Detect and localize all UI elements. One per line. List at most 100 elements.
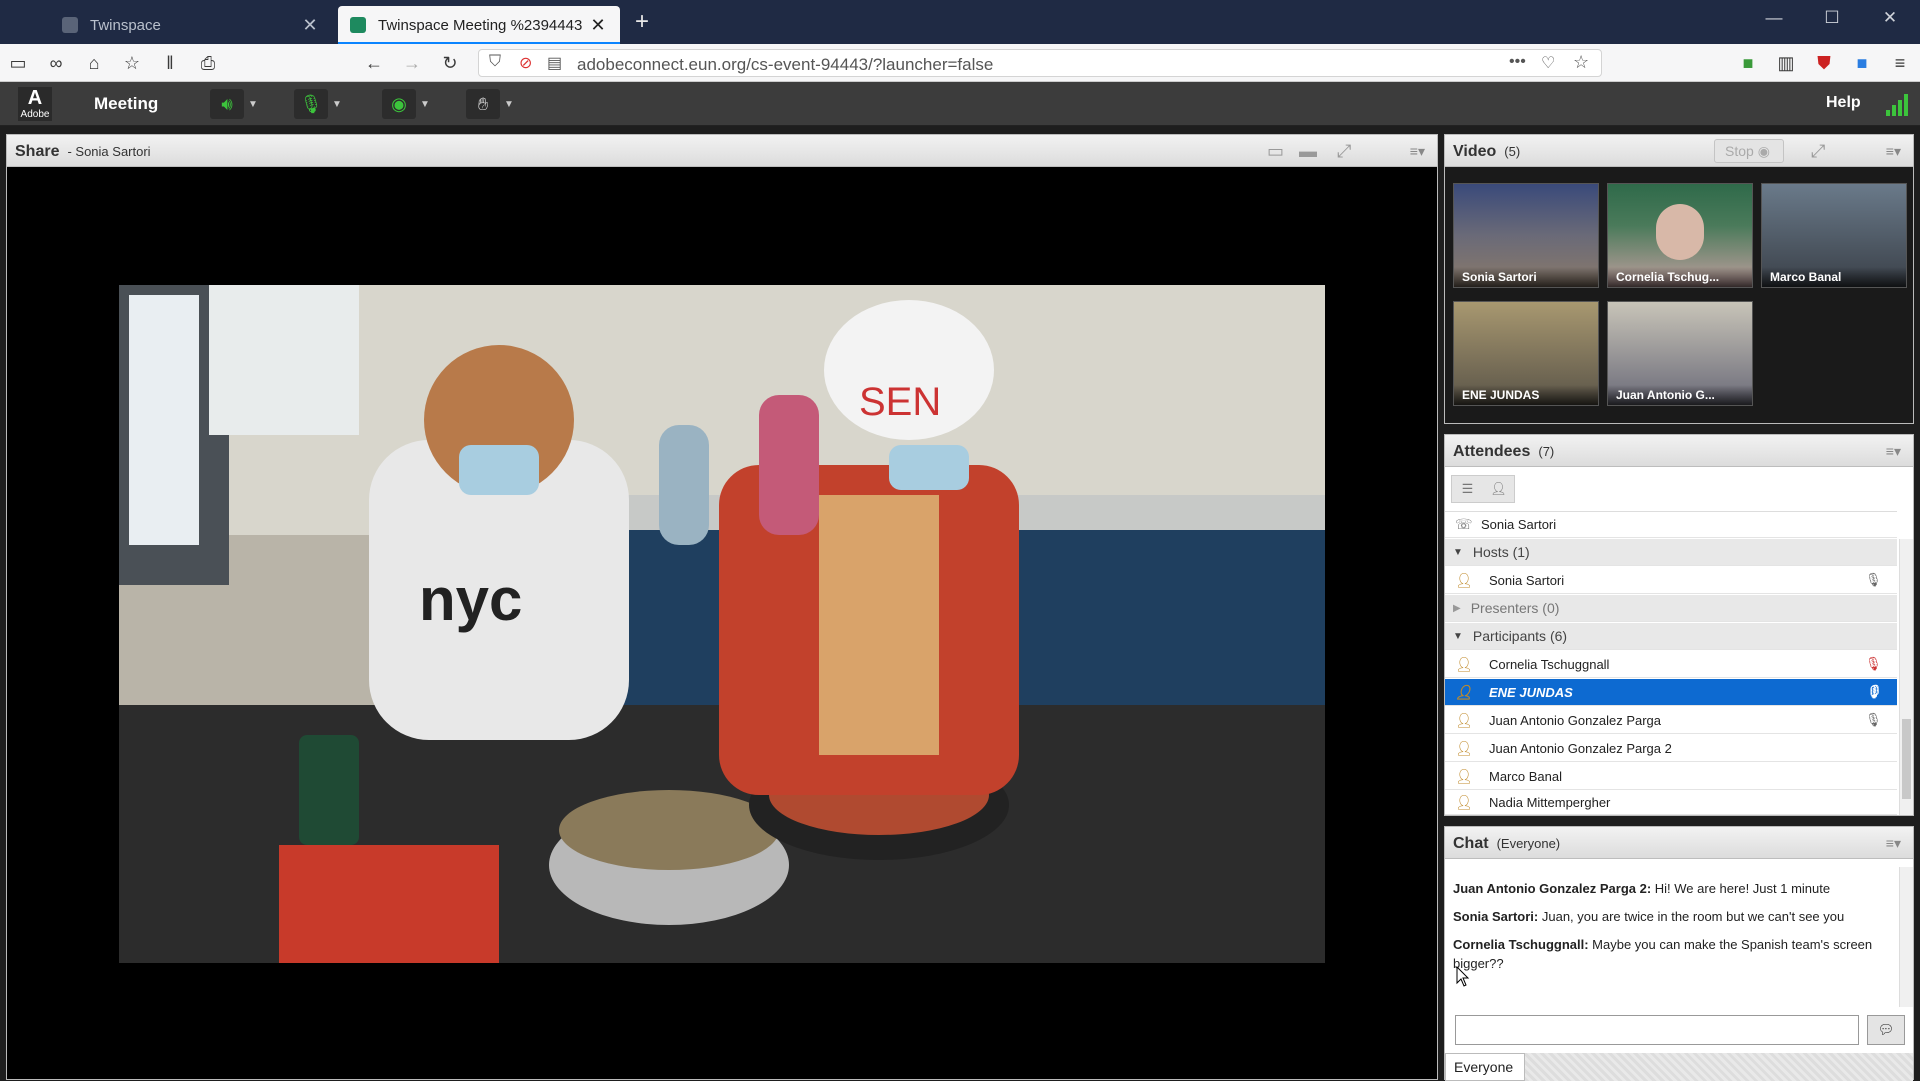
video-tile-name: Cornelia Tschug... — [1608, 267, 1752, 287]
bookmark-page-icon[interactable]: ☆ — [1573, 52, 1589, 73]
chevron-down-icon[interactable]: ▼ — [244, 99, 262, 110]
chat-input[interactable] — [1455, 1015, 1859, 1045]
maximize-icon[interactable]: ☐ — [1812, 8, 1852, 28]
attendee-row[interactable]: 👤︎ Marco Banal — [1445, 763, 1897, 790]
library-icon[interactable]: ‖ — [158, 51, 182, 75]
attendees-pod: Attendees (7) ≡▾ ☰ 👤︎ ☏ Sonia Sartori ▼ H… — [1444, 434, 1914, 816]
meeting-menu[interactable]: Meeting — [94, 94, 158, 114]
adobe-logo-text: Adobe — [20, 109, 50, 120]
list-view-icon[interactable]: ☰ — [1452, 476, 1483, 502]
ublock-icon[interactable]: ⛊ — [1812, 51, 1836, 75]
current-user-name: Sonia Sartori — [1481, 517, 1557, 532]
attendees-pod-header: Attendees (7) ≡▾ — [1445, 435, 1913, 467]
video-tile[interactable]: Juan Antonio G... — [1607, 301, 1753, 406]
stop-video-button[interactable]: Stop ◉ — [1714, 139, 1784, 163]
pod-title-text: Share — [15, 143, 60, 160]
close-tab-icon[interactable]: ✕ — [588, 15, 608, 36]
pocket-icon[interactable]: ♡ — [1541, 53, 1555, 73]
video-tile[interactable]: Marco Banal — [1761, 183, 1907, 288]
speaker-control[interactable]: 🔊︎ ▼ — [210, 89, 262, 119]
private-mask-icon[interactable]: ∞ — [44, 51, 68, 75]
chat-sender: Juan Antonio Gonzalez Parga 2: — [1453, 881, 1652, 896]
fullscreen-icon[interactable]: ⤢ — [1811, 141, 1825, 162]
page-actions-icon[interactable]: ••• — [1509, 53, 1526, 71]
chevron-down-icon[interactable]: ▼ — [416, 99, 434, 110]
chat-pod-header: Chat (Everyone) ≡▾ — [1445, 827, 1913, 859]
chevron-down-icon[interactable]: ▼ — [500, 99, 518, 110]
raise-hand-icon[interactable]: ✋︎ — [466, 89, 500, 119]
microphone-icon[interactable]: 🎙︎ — [294, 89, 328, 119]
attendee-row[interactable]: 👤︎ Cornelia Tschuggnall 🎙︎ — [1445, 651, 1897, 678]
address-bar[interactable]: ⛉ ⊘ ▤ adobeconnect.eun.org/cs-event-9444… — [478, 49, 1602, 77]
stop-label: Stop — [1725, 143, 1754, 159]
back-icon[interactable]: ← — [362, 51, 386, 75]
close-tab-icon[interactable]: ✕ — [300, 15, 320, 36]
scrollbar-thumb[interactable] — [1902, 719, 1911, 799]
participant-face — [1656, 204, 1704, 260]
autoplay-blocked-icon[interactable]: ⊘ — [519, 53, 532, 73]
video-tile[interactable]: Cornelia Tschug... — [1607, 183, 1753, 288]
attendees-pod-title: Attendees (7) — [1453, 443, 1554, 461]
attendee-row-selected[interactable]: 👤︎ ENE JUNDAS 🎙︎ — [1445, 679, 1897, 706]
presenters-group-header[interactable]: ▶ Presenters (0) — [1445, 595, 1897, 622]
chat-audience: (Everyone) — [1496, 836, 1561, 851]
pod-menu-icon[interactable]: ≡▾ — [1886, 835, 1901, 852]
attendee-row[interactable]: 👤︎ Juan Antonio Gonzalez Parga 2 — [1445, 735, 1897, 762]
webcam-icon[interactable]: ◉ — [382, 89, 416, 119]
video-tile[interactable]: ENE JUNDAS — [1453, 301, 1599, 406]
microphone-control[interactable]: 🎙︎ ▼ — [294, 89, 346, 119]
raise-hand-control[interactable]: ✋︎ ▼ — [466, 89, 518, 119]
close-window-icon[interactable]: ✕ — [1870, 8, 1910, 28]
lock-icon[interactable]: ▤ — [547, 53, 562, 73]
status-view-icon[interactable]: 👤︎ — [1483, 476, 1514, 502]
help-menu[interactable]: Help — [1826, 94, 1861, 112]
hosts-group-header[interactable]: ▼ Hosts (1) — [1445, 539, 1897, 566]
speaker-icon[interactable]: 🔊︎ — [210, 89, 244, 119]
browser-titlebar: Twinspace ✕ Twinspace Meeting %2394443 ✕… — [0, 0, 1920, 44]
forward-icon[interactable]: → — [400, 51, 424, 75]
extension-icon[interactable]: ■ — [1736, 51, 1760, 75]
home-icon[interactable]: ⌂ — [82, 51, 106, 75]
pod-title-text: Video — [1453, 143, 1497, 160]
current-user-row[interactable]: ☏ Sonia Sartori — [1445, 511, 1897, 538]
pod-menu-icon[interactable]: ≡▾ — [1410, 143, 1425, 160]
minimize-icon[interactable]: — — [1754, 8, 1794, 28]
view-mode-alt-icon[interactable]: ▬ — [1299, 141, 1317, 162]
url-text[interactable]: adobeconnect.eun.org/cs-event-94443/?lau… — [577, 55, 993, 75]
chat-sender: Sonia Sartori: — [1453, 909, 1539, 924]
pod-menu-icon[interactable]: ≡▾ — [1886, 443, 1901, 460]
send-message-button[interactable]: 💬︎ — [1867, 1015, 1905, 1045]
shield-icon[interactable]: ⛉ — [489, 53, 501, 71]
chat-scrollbar[interactable] — [1899, 867, 1913, 1007]
kitchen-scene-image: nyc SEN — [119, 285, 1325, 963]
attendees-scrollbar[interactable] — [1899, 539, 1913, 815]
attendee-name: Marco Banal — [1489, 768, 1562, 784]
tab-label: Twinspace — [90, 16, 161, 34]
pod-menu-icon[interactable]: ≡▾ — [1886, 143, 1901, 160]
video-tile[interactable]: Sonia Sartori — [1453, 183, 1599, 288]
reload-icon[interactable]: ↻ — [438, 51, 462, 75]
tab-twinspace[interactable]: Twinspace ✕ — [50, 6, 332, 44]
attendee-row[interactable]: 👤︎ Juan Antonio Gonzalez Parga 🎙︎ — [1445, 707, 1897, 734]
hosts-label: Hosts (1) — [1472, 544, 1530, 560]
attendee-row[interactable]: 👤︎ Sonia Sartori 🎙︎ — [1445, 567, 1897, 594]
meet-extension-icon[interactable]: ■ — [1850, 51, 1874, 75]
chat-tab-everyone[interactable]: Everyone — [1445, 1053, 1525, 1081]
webcam-control[interactable]: ◉ ▼ — [382, 89, 434, 119]
signal-strength-icon — [1886, 94, 1908, 116]
attendee-row[interactable]: 👤︎ Nadia Mittempergher — [1445, 791, 1897, 815]
tab-twinspace-meeting[interactable]: Twinspace Meeting %2394443 ✕ — [338, 6, 620, 44]
bookmark-star-icon[interactable]: ☆ — [120, 51, 144, 75]
new-tab-button[interactable]: + — [628, 8, 656, 36]
chat-message: Cornelia Tschuggnall: Maybe you can make… — [1453, 935, 1893, 973]
reader-view-icon[interactable]: ▥ — [1774, 51, 1798, 75]
adobe-a-icon: A — [27, 87, 43, 109]
hamburger-menu-icon[interactable]: ≡ — [1888, 51, 1912, 75]
print-icon[interactable]: ⎙ — [196, 51, 220, 75]
view-mode-icon[interactable]: ▭ — [1267, 141, 1284, 162]
fullscreen-icon[interactable]: ⤢ — [1337, 141, 1351, 162]
sidebar-toggle-icon[interactable]: ▭ — [6, 51, 30, 75]
chat-pod-title: Chat (Everyone) — [1453, 835, 1560, 853]
participants-group-header[interactable]: ▼ Participants (6) — [1445, 623, 1897, 650]
chevron-down-icon[interactable]: ▼ — [328, 99, 346, 110]
